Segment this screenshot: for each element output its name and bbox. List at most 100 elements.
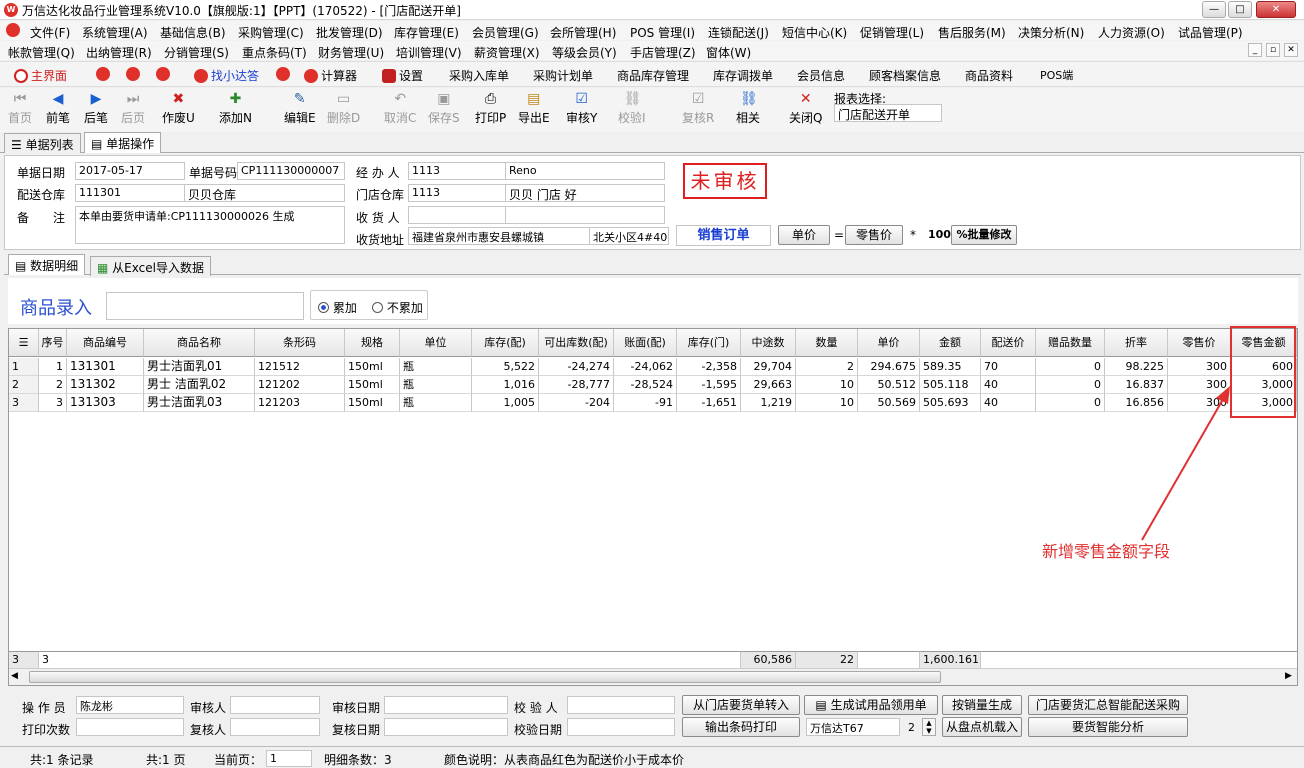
table-cell[interactable]: 121203 bbox=[255, 394, 345, 412]
quick-pos[interactable]: POS端 bbox=[1040, 67, 1073, 83]
order-type-field[interactable]: 销售订单 bbox=[676, 225, 771, 246]
table-cell[interactable]: 男士洁面乳03 bbox=[144, 394, 255, 412]
edit-button[interactable]: ✎ 编辑E bbox=[284, 91, 316, 126]
minimize-button[interactable]: — bbox=[1202, 1, 1226, 18]
table-cell[interactable]: -24,062 bbox=[614, 358, 677, 376]
table-cell[interactable]: 131302 bbox=[67, 376, 144, 394]
col-header[interactable]: 账面(配) bbox=[614, 329, 677, 357]
print-button[interactable]: ⎙ 打印P bbox=[475, 91, 506, 126]
menu-trial[interactable]: 试品管理(P) bbox=[1178, 24, 1243, 41]
table-cell[interactable]: 505.693 bbox=[920, 394, 981, 412]
operator-field[interactable]: 陈龙彬 bbox=[76, 696, 184, 714]
mdi-close-icon[interactable]: ✕ bbox=[1284, 43, 1298, 57]
related-button[interactable]: ⛓ 相关 bbox=[736, 91, 760, 126]
col-header[interactable]: 库存(门) bbox=[677, 329, 741, 357]
add-button[interactable]: ✚ 添加N bbox=[219, 91, 252, 126]
table-cell[interactable]: -24,274 bbox=[539, 358, 614, 376]
col-header[interactable]: 零售价 bbox=[1168, 329, 1231, 357]
col-header[interactable]: 金额 bbox=[920, 329, 981, 357]
menu-accounts[interactable]: 帐款管理(Q) bbox=[8, 44, 75, 61]
col-header[interactable]: 数量 bbox=[796, 329, 858, 357]
close-button[interactable]: ✕ 关闭Q bbox=[789, 91, 822, 126]
mdi-minimize-icon[interactable]: _ bbox=[1248, 43, 1262, 57]
void-button[interactable]: ✖ 作废U bbox=[162, 91, 195, 126]
tab-excel[interactable]: ▦ 从Excel导入数据 bbox=[90, 256, 211, 276]
review-date-field[interactable] bbox=[384, 718, 508, 736]
menu-level[interactable]: 等级会员(Y) bbox=[552, 44, 617, 61]
table-cell[interactable]: 131303 bbox=[67, 394, 144, 412]
audit-button[interactable]: ☑ 审核Y bbox=[566, 91, 597, 126]
barcode-print-button[interactable]: 输出条码打印 bbox=[682, 717, 800, 737]
menu-pos[interactable]: POS 管理(I) bbox=[630, 24, 695, 41]
recheck-button[interactable]: ☑ 复核R bbox=[682, 91, 714, 126]
table-cell[interactable]: -1,651 bbox=[677, 394, 741, 412]
table-cell[interactable]: 98.225 bbox=[1105, 358, 1168, 376]
tab-operation[interactable]: ▤ 单据操作 bbox=[84, 132, 162, 153]
no-accumulate-radio[interactable]: 不累加 bbox=[372, 299, 423, 316]
from-store-request-button[interactable]: 从门店要货单转入 bbox=[682, 695, 800, 715]
lock-shortcut[interactable] bbox=[96, 67, 113, 81]
menu-wholesale[interactable]: 批发管理(D) bbox=[316, 24, 383, 41]
table-cell[interactable]: 1,005 bbox=[472, 394, 539, 412]
table-cell[interactable]: 29,704 bbox=[741, 358, 796, 376]
scroll-thumb[interactable] bbox=[29, 671, 941, 683]
table-cell[interactable]: 40 bbox=[981, 376, 1036, 394]
next-button[interactable]: ▶ 后笔 bbox=[84, 91, 108, 126]
cancel-button[interactable]: ↶ 取消C bbox=[384, 91, 416, 126]
tip-shortcut[interactable] bbox=[156, 67, 173, 81]
table-cell[interactable]: -91 bbox=[614, 394, 677, 412]
row-indicator[interactable]: 2 bbox=[9, 376, 39, 394]
current-page-input[interactable]: 1 bbox=[266, 750, 312, 767]
menu-stock[interactable]: 库存管理(E) bbox=[394, 24, 459, 41]
table-cell[interactable]: 300 bbox=[1168, 358, 1231, 376]
table-cell[interactable]: 10 bbox=[796, 394, 858, 412]
table-cell[interactable]: 589.35 bbox=[920, 358, 981, 376]
percent-field[interactable]: 100 bbox=[928, 228, 951, 241]
col-header[interactable]: 商品编号 bbox=[67, 329, 144, 357]
quick-purchase-in[interactable]: 采购入库单 bbox=[449, 67, 509, 84]
table-cell[interactable]: -28,524 bbox=[614, 376, 677, 394]
menu-sms[interactable]: 短信中心(K) bbox=[782, 24, 847, 41]
table-cell[interactable]: -2,358 bbox=[677, 358, 741, 376]
menu-chain[interactable]: 连锁配送(J) bbox=[708, 24, 769, 41]
table-cell[interactable]: 3 bbox=[39, 394, 67, 412]
table-cell[interactable]: -204 bbox=[539, 394, 614, 412]
table-cell[interactable]: 29,663 bbox=[741, 376, 796, 394]
table-cell[interactable]: 2 bbox=[39, 376, 67, 394]
menu-finance[interactable]: 财务管理(U) bbox=[318, 44, 384, 61]
warehouse-id-field[interactable]: 111301 bbox=[75, 184, 185, 202]
retail-price-button[interactable]: 零售价 bbox=[845, 225, 903, 245]
col-header[interactable]: 中途数 bbox=[741, 329, 796, 357]
quick-purchase-plan[interactable]: 采购计划单 bbox=[533, 67, 593, 84]
maximize-button[interactable]: □ bbox=[1228, 1, 1252, 18]
quick-member-info[interactable]: 会员信息 bbox=[797, 67, 845, 84]
table-cell[interactable]: 121512 bbox=[255, 358, 345, 376]
table-cell[interactable]: 50.569 bbox=[858, 394, 920, 412]
smart-analysis-button[interactable]: 要货智能分析 bbox=[1028, 717, 1188, 737]
table-cell[interactable]: 0 bbox=[1036, 358, 1105, 376]
table-cell[interactable]: 70 bbox=[981, 358, 1036, 376]
handler-name-field[interactable]: Reno bbox=[505, 162, 665, 180]
table-cell[interactable]: 0 bbox=[1036, 394, 1105, 412]
menu-club[interactable]: 会所管理(H) bbox=[550, 24, 616, 41]
first-page-button[interactable]: ⏮ 首页 bbox=[8, 91, 32, 126]
table-cell[interactable]: 0 bbox=[1036, 376, 1105, 394]
quick-customer[interactable]: 顾客档案信息 bbox=[869, 67, 941, 84]
menu-training[interactable]: 培训管理(V) bbox=[396, 44, 462, 61]
col-header[interactable]: 可出库数(配) bbox=[539, 329, 614, 357]
tab-detail[interactable]: ▤ 数据明细 bbox=[8, 254, 86, 275]
menu-window[interactable]: 窗体(W) bbox=[706, 44, 751, 61]
col-header[interactable]: 规格 bbox=[345, 329, 400, 357]
menu-hr[interactable]: 人力资源(O) bbox=[1098, 24, 1165, 41]
col-header[interactable]: 单价 bbox=[858, 329, 920, 357]
col-header[interactable]: 条形码 bbox=[255, 329, 345, 357]
mdi-restore-icon[interactable]: ▫ bbox=[1266, 43, 1280, 57]
doc-no-field[interactable]: CP111130000007 bbox=[237, 162, 345, 180]
table-cell[interactable]: 瓶 bbox=[400, 376, 472, 394]
address-field[interactable]: 福建省泉州市惠安县螺城镇 bbox=[408, 227, 590, 245]
menu-aftersale[interactable]: 售后服务(M) bbox=[938, 24, 1006, 41]
menu-basic[interactable]: 基础信息(B) bbox=[160, 24, 226, 41]
product-entry-input[interactable] bbox=[106, 292, 304, 320]
by-sales-button[interactable]: 按销量生成 bbox=[942, 695, 1022, 715]
gen-trial-button[interactable]: ▤ 生成试用品领用单 bbox=[804, 695, 938, 715]
